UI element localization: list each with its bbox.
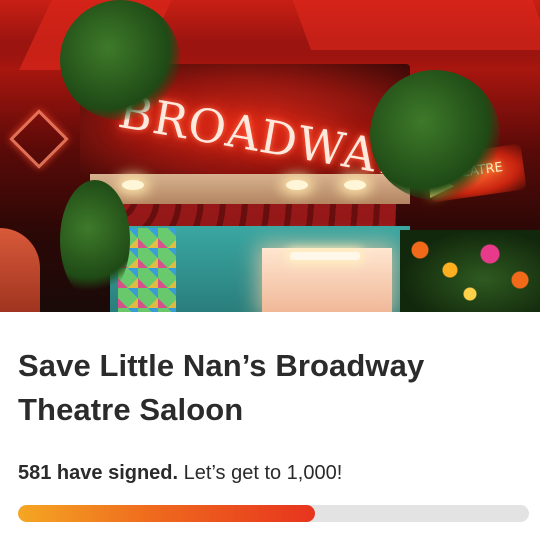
goal-text: Let’s get to 1,000! [183,462,343,484]
hero-image[interactable]: BROADWAY THEATRE [0,0,540,312]
counter-light [290,252,360,260]
neon-diamond [9,109,69,169]
ceiling-lamp [122,180,144,190]
ceiling-lamp [286,180,308,190]
plant [60,180,130,300]
palm-plant [60,0,180,120]
signature-progress-text: 581 have signed. Let’s get to 1,000! [18,460,342,486]
palm-plant [370,70,500,200]
signature-progress-bar [18,505,529,522]
flower-arrangement [400,230,540,312]
progress-bar-fill [18,505,315,522]
petition-title[interactable]: Save Little Nan’s Broadway Theatre Saloo… [18,344,522,432]
petition-card[interactable]: BROADWAY THEATRE Save Little Nan’s Broad… [0,0,540,540]
table-lamp [0,228,40,312]
signed-count: 581 have signed. [18,462,179,484]
ceiling-lamp [344,180,366,190]
ceiling-beam [289,0,540,50]
